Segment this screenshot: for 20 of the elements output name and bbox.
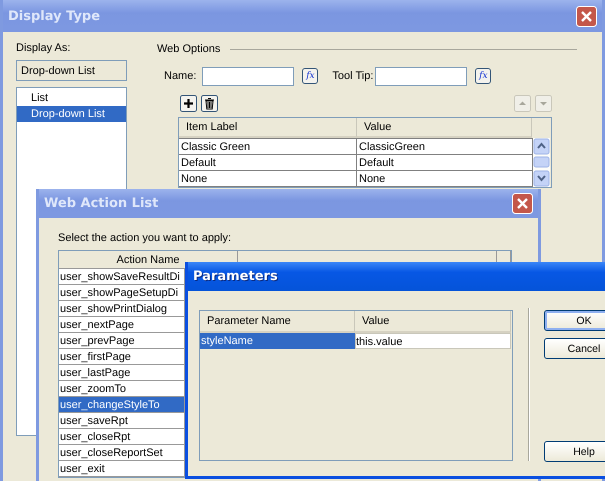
table-cell: None [179, 171, 357, 187]
table-cell: Default [357, 155, 533, 171]
table-cell: Classic Green [179, 139, 357, 155]
dialog-button[interactable]: Help [544, 441, 605, 462]
window-title: Web Action List [44, 196, 160, 211]
name-label: Name: [164, 70, 196, 82]
section-heading: Web Options [157, 43, 220, 55]
dialog-button[interactable]: Cancel [544, 338, 605, 359]
instruction-text: Select the action you want to apply: [58, 232, 232, 246]
display-as-value: Drop-down List [16, 60, 127, 81]
tooltip-label: Tool Tip: [332, 70, 374, 82]
window-title: Display Type [8, 8, 102, 24]
display-as-label: Display As: [16, 42, 72, 56]
table-cell[interactable]: styleName [200, 333, 355, 349]
window-title: Parameters [193, 269, 279, 284]
table-cell: None [357, 171, 533, 187]
table-cell: ClassicGreen [357, 139, 533, 155]
table-cell[interactable]: this.value [355, 333, 511, 349]
dialog-button[interactable]: OK [544, 310, 605, 331]
table-cell: Default [179, 155, 357, 171]
